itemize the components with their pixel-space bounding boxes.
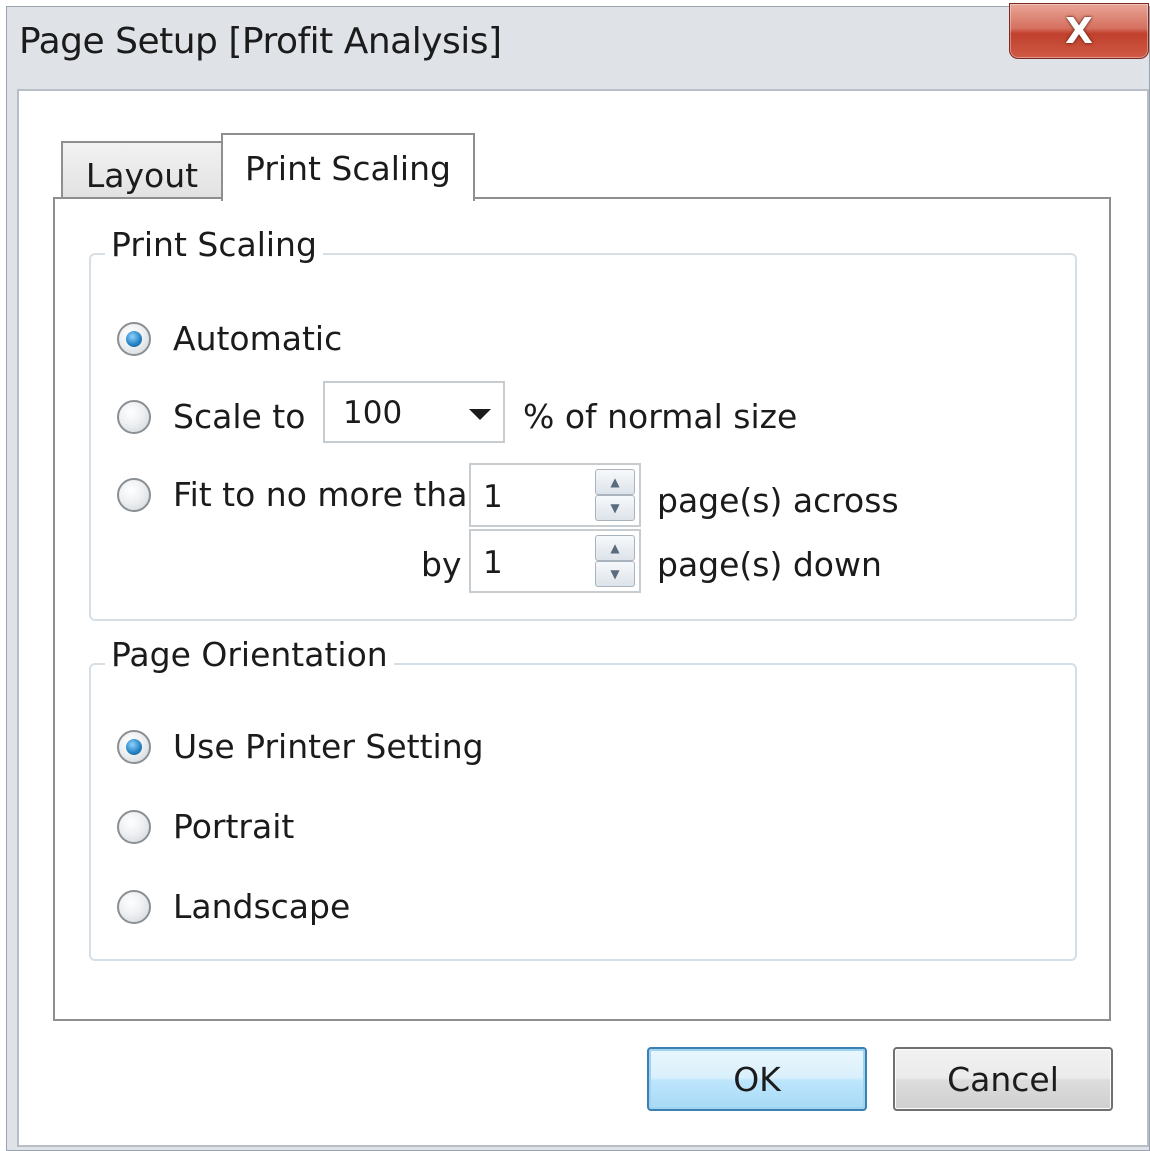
radio-scale-to-button[interactable] — [117, 399, 151, 434]
pages-across-spinner[interactable]: 1 ▲ ▼ — [469, 463, 641, 527]
radio-automatic-button[interactable] — [117, 321, 151, 356]
dialog-body: Layout Print Scaling Print Scaling Autom… — [17, 89, 1149, 1147]
close-button[interactable]: X — [1009, 3, 1149, 59]
radio-landscape-button[interactable] — [117, 889, 151, 924]
radio-scale-to[interactable]: Scale to — [117, 397, 305, 436]
tab-layout-label: Layout — [85, 155, 199, 195]
arrow-up-icon[interactable]: ▲ — [595, 535, 635, 561]
radio-use-printer-setting[interactable]: Use Printer Setting — [117, 727, 484, 766]
radio-scale-to-label: Scale to — [173, 397, 306, 436]
pages-down-value: 1 — [483, 545, 503, 581]
ok-button[interactable]: OK — [647, 1047, 867, 1111]
tab-print-scaling-label: Print Scaling — [245, 148, 451, 188]
radio-use-printer-setting-button[interactable] — [117, 729, 151, 764]
scale-percent-value: 100 — [343, 395, 403, 431]
radio-landscape[interactable]: Landscape — [117, 887, 350, 926]
chevron-down-icon — [469, 409, 491, 420]
page-setup-dialog: Page Setup [Profit Analysis] X Layout Pr… — [6, 3, 1150, 1151]
cancel-button[interactable]: Cancel — [893, 1047, 1113, 1111]
title-bar: Page Setup [Profit Analysis] X — [7, 3, 1149, 85]
page-orientation-group: Page Orientation Use Printer Setting Por… — [89, 635, 1077, 961]
by-label: by — [421, 545, 462, 584]
radio-landscape-label: Landscape — [173, 887, 351, 926]
print-scaling-panel: Print Scaling Automatic Scale to 100 % o… — [53, 197, 1111, 1021]
arrow-down-icon[interactable]: ▼ — [595, 495, 635, 521]
pages-down-spinner[interactable]: 1 ▲ ▼ — [469, 529, 641, 593]
print-scaling-group: Print Scaling Automatic Scale to 100 % o… — [89, 225, 1077, 621]
radio-fit-to-label: Fit to no more than — [173, 475, 489, 514]
arrow-up-icon[interactable]: ▲ — [595, 469, 635, 495]
pages-across-label: page(s) across — [657, 481, 899, 520]
pages-down-label: page(s) down — [657, 545, 882, 584]
close-icon: X — [1065, 10, 1093, 52]
tab-layout[interactable]: Layout — [61, 141, 223, 201]
radio-portrait[interactable]: Portrait — [117, 807, 294, 846]
pages-down-spin-buttons: ▲ ▼ — [595, 535, 635, 587]
arrow-down-icon[interactable]: ▼ — [595, 561, 635, 587]
radio-portrait-label: Portrait — [173, 807, 295, 846]
pages-across-spin-buttons: ▲ ▼ — [595, 469, 635, 521]
radio-fit-to-button[interactable] — [117, 477, 151, 512]
radio-fit-to[interactable]: Fit to no more than — [117, 475, 488, 514]
cancel-button-label: Cancel — [947, 1059, 1059, 1099]
dialog-title: Page Setup [Profit Analysis] — [19, 21, 502, 62]
radio-use-printer-setting-label: Use Printer Setting — [173, 727, 484, 766]
radio-automatic[interactable]: Automatic — [117, 319, 342, 358]
scale-suffix-label: % of normal size — [523, 397, 798, 436]
page-orientation-legend: Page Orientation — [105, 635, 394, 674]
scale-percent-dropdown[interactable]: 100 — [323, 381, 505, 443]
ok-button-label: OK — [733, 1059, 781, 1099]
radio-automatic-label: Automatic — [173, 319, 343, 358]
radio-portrait-button[interactable] — [117, 809, 151, 844]
tab-print-scaling[interactable]: Print Scaling — [221, 133, 475, 201]
pages-across-value: 1 — [483, 479, 503, 515]
print-scaling-legend: Print Scaling — [105, 225, 323, 264]
